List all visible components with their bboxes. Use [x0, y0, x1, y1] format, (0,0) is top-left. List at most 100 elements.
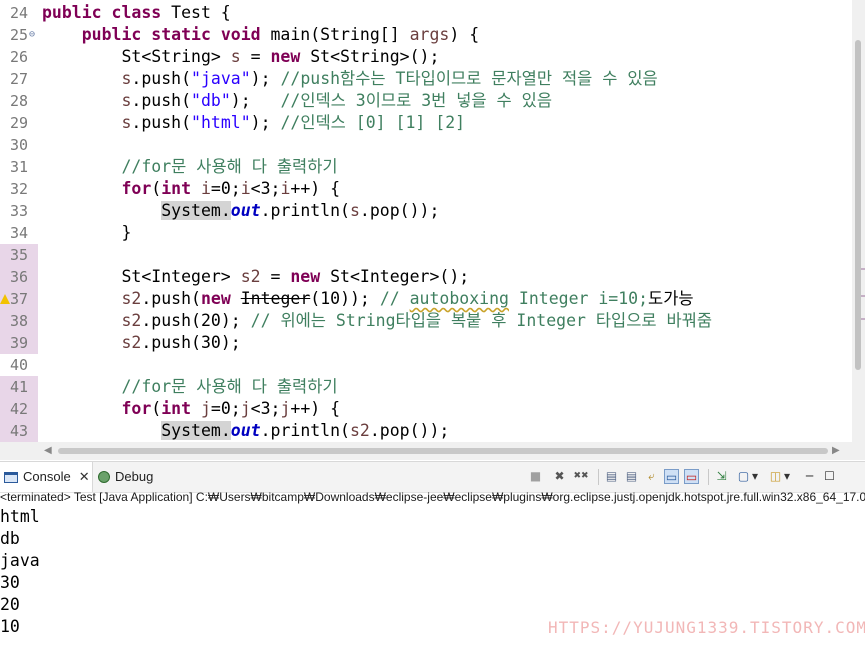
code-line[interactable]: 40 — [0, 354, 852, 376]
output-line: db — [0, 529, 20, 548]
open-console-icon[interactable]: ◫ — [768, 469, 783, 484]
code-token: s — [121, 69, 132, 88]
code-line[interactable]: 43 System.out.println(s2.pop()); — [0, 420, 852, 442]
code-token: .push( — [131, 113, 192, 132]
code-line[interactable]: 30 — [0, 134, 852, 156]
code-token: (10)); — [310, 289, 380, 308]
code-line[interactable]: 26 St<String> s = new St<String>(); — [0, 46, 852, 68]
code-token: autoboxing — [409, 289, 509, 308]
code-line[interactable]: 34 } — [0, 222, 852, 244]
code-token: // — [379, 289, 410, 308]
remove-launch-icon[interactable]: ✖ — [552, 469, 567, 484]
editor-vertical-scrollbar[interactable] — [852, 0, 865, 460]
code-token: j — [280, 399, 291, 418]
remove-all-icon[interactable]: ✖✖ — [572, 469, 590, 484]
fold-toggle-icon[interactable]: ⊖ — [29, 24, 35, 46]
code-token: i — [280, 179, 291, 198]
line-number: 24 — [10, 4, 29, 22]
line-number: 39 — [0, 332, 38, 354]
code-line[interactable]: 33 System.out.println(s.pop()); — [0, 200, 852, 222]
code-line[interactable]: 32 for(int i=0;i<3;i++) { — [0, 178, 852, 200]
terminate-icon[interactable]: ■ — [528, 469, 543, 484]
code-token: s — [230, 47, 241, 66]
code-token: //for문 사용해 다 출력하기 — [121, 157, 338, 176]
code-token: System. — [161, 421, 231, 440]
code-line[interactable]: 29 s.push("html"); //인덱스 [0] [1] [2] — [0, 112, 852, 134]
word-wrap-icon[interactable]: ⤶ — [644, 469, 659, 484]
toolbar-separator — [598, 469, 599, 485]
chevron-down-icon[interactable]: ▾ — [750, 469, 760, 484]
code-token: new — [200, 289, 241, 308]
horizontal-scroll-thumb[interactable] — [58, 448, 828, 454]
scroll-right-icon[interactable]: ▶ — [832, 442, 840, 460]
line-number: 35 — [0, 244, 38, 266]
show-stderr-icon[interactable]: ▭ — [684, 469, 699, 484]
line-number: 29 — [10, 114, 29, 132]
code-token: .push( — [131, 69, 192, 88]
code-token: =0; — [210, 179, 241, 198]
code-line[interactable]: 28 s.push("db"); //인덱스 3이므로 3번 넣을 수 있음 — [0, 90, 852, 112]
code-line[interactable]: 25 ⊖ public static void main(String[] arg… — [0, 24, 852, 46]
code-editor[interactable]: 24 public class Test {25 ⊖ public static v… — [0, 0, 852, 442]
editor-horizontal-scrollbar[interactable]: ◀ ▶ — [0, 442, 852, 460]
code-token: s — [121, 91, 132, 110]
code-line[interactable]: 39 s2.push(30); — [0, 332, 852, 354]
toolbar-separator — [708, 469, 709, 485]
code-line[interactable]: 42 for(int j=0;j<3;j++) { — [0, 398, 852, 420]
code-token: <3; — [250, 179, 281, 198]
code-text: s2.push(new Integer(10)); // autoboxing … — [42, 288, 694, 310]
output-line: java — [0, 551, 40, 570]
output-line: html — [0, 507, 40, 526]
code-line[interactable]: 24 public class Test { — [0, 2, 852, 24]
line-number: 28 — [10, 92, 29, 110]
code-line[interactable]: 38 s2.push(20); // 위에는 String타입을 복붙 후 In… — [0, 310, 852, 332]
code-line[interactable]: 35 — [0, 244, 852, 266]
chevron-down-icon[interactable]: ▾ — [782, 469, 792, 484]
minimize-icon[interactable]: ─ — [802, 469, 817, 484]
code-token: 도가능 — [648, 289, 694, 308]
code-token: for — [121, 179, 152, 198]
code-token: = — [240, 47, 271, 66]
code-token: .push(30); — [141, 333, 241, 352]
code-token: ); — [250, 69, 281, 88]
code-token: out — [230, 421, 261, 440]
maximize-icon[interactable]: ☐ — [822, 469, 837, 484]
pin-console-icon[interactable]: ⇲ — [714, 469, 729, 484]
code-token: .pop()); — [359, 201, 440, 220]
display-selected-console-icon[interactable]: ▢ — [736, 469, 751, 484]
code-text: System.out.println(s.pop()); — [42, 200, 439, 222]
code-line[interactable]: 37 s2.push(new Integer(10)); // autoboxi… — [0, 288, 852, 310]
code-token: args — [409, 25, 450, 44]
code-token: for — [121, 399, 152, 418]
code-token: Integer — [240, 289, 311, 308]
show-stdout-icon[interactable]: ▭ — [664, 469, 679, 484]
code-token: out — [230, 201, 261, 220]
code-token: s2 — [121, 289, 142, 308]
watermark: HTTPS://YUJUNG1339.TISTORY.COM/ — [548, 618, 865, 637]
overview-marker — [861, 318, 865, 320]
code-text: s.push("java"); //push함수는 T타입이므로 문자열만 적을… — [42, 68, 657, 90]
clear-console-icon[interactable]: ▤ — [604, 469, 619, 484]
code-line[interactable]: 36 St<Integer> s2 = new St<Integer>(); — [0, 266, 852, 288]
code-text: public static void main(String[] args) { — [42, 24, 479, 46]
line-number: 38 — [0, 310, 38, 332]
code-line[interactable]: 27 s.push("java"); //push함수는 T타입이므로 문자열만… — [0, 68, 852, 90]
scroll-left-icon[interactable]: ◀ — [44, 442, 52, 460]
code-token: .push(20); — [141, 311, 251, 330]
code-text: //for문 사용해 다 출력하기 — [42, 156, 338, 178]
code-line[interactable]: 31 //for문 사용해 다 출력하기 — [0, 156, 852, 178]
code-token: St<Integer> — [42, 267, 241, 286]
code-text: //for문 사용해 다 출력하기 — [42, 376, 337, 398]
launch-status-line: <terminated> Test [Java Application] C:₩… — [0, 490, 865, 504]
line-number: 40 — [10, 356, 29, 374]
code-token: Test { — [171, 3, 231, 22]
code-token: ); — [250, 113, 281, 132]
code-line[interactable]: 41 //for문 사용해 다 출력하기 — [0, 376, 852, 398]
scroll-lock-icon[interactable]: ▤ — [624, 469, 639, 484]
vertical-scroll-thumb[interactable] — [855, 40, 861, 370]
code-token: ++) { — [290, 179, 341, 198]
